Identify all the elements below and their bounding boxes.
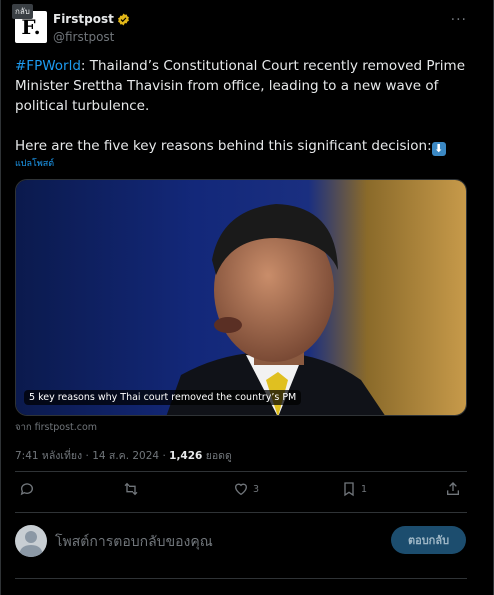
card-image bbox=[16, 180, 466, 415]
reply-input[interactable]: โพสต์การตอบกลับของคุณ bbox=[55, 531, 213, 553]
verified-badge-icon bbox=[117, 13, 129, 25]
retweet-button[interactable] bbox=[123, 481, 143, 497]
views-count: 1,426 bbox=[169, 450, 203, 462]
author-handle[interactable]: @firstpost bbox=[53, 30, 114, 44]
default-avatar-icon bbox=[19, 531, 43, 557]
user-avatar[interactable] bbox=[15, 525, 47, 557]
divider bbox=[15, 578, 467, 579]
heart-icon bbox=[234, 483, 248, 496]
more-options-icon[interactable]: ··· bbox=[451, 12, 467, 28]
tweet-text: #FPWorld: Thailand’s Constitutional Cour… bbox=[15, 56, 465, 176]
reply-button[interactable] bbox=[19, 481, 39, 497]
back-button[interactable]: กลับ bbox=[12, 4, 33, 19]
tweet-paragraph-1: #FPWorld: Thailand’s Constitutional Cour… bbox=[15, 56, 465, 116]
like-count: 3 bbox=[253, 483, 260, 495]
meta-separator: · bbox=[85, 450, 89, 462]
share-icon bbox=[447, 482, 459, 495]
share-button[interactable] bbox=[445, 481, 461, 497]
views-label: ยอดดู bbox=[205, 450, 232, 462]
down-arrow-emoji-icon: ⬇ bbox=[431, 142, 446, 156]
reply-icon bbox=[20, 483, 33, 496]
translate-post-link[interactable]: แปลโพสต์ bbox=[15, 156, 54, 170]
bookmark-count: 1 bbox=[361, 483, 368, 495]
tweet-detail-panel: กลับ F. Firstpost @firstpost ··· #FPWorl… bbox=[0, 0, 494, 595]
meta-separator: · bbox=[162, 450, 166, 462]
like-button[interactable]: 3 bbox=[233, 481, 259, 497]
tweet-meta: 7:41 หลังเที่ยง · 14 ส.ค. 2024 · 1,426 ย… bbox=[15, 447, 232, 464]
link-card[interactable]: 5 key reasons why Thai court removed the… bbox=[15, 179, 467, 416]
divider bbox=[15, 512, 467, 513]
speaker-photo-illustration bbox=[166, 204, 385, 415]
tweet-time[interactable]: 7:41 หลังเที่ยง bbox=[15, 450, 82, 462]
hashtag-link[interactable]: #FPWorld bbox=[15, 58, 81, 74]
card-caption: 5 key reasons why Thai court removed the… bbox=[24, 390, 302, 405]
tweet-date[interactable]: 14 ส.ค. 2024 bbox=[92, 450, 159, 462]
tweet-paragraph-2: Here are the five key reasons behind thi… bbox=[15, 136, 465, 156]
tweet-body-2: Here are the five key reasons behind thi… bbox=[15, 138, 432, 154]
bookmark-button[interactable]: 1 bbox=[341, 481, 367, 497]
divider bbox=[15, 471, 467, 472]
author-name-row: Firstpost bbox=[53, 12, 130, 26]
action-bar: 3 1 bbox=[15, 481, 467, 505]
retweet-icon bbox=[124, 482, 138, 496]
bookmark-icon bbox=[344, 482, 354, 497]
tweet-body-1: : Thailand’s Constitutional Court recent… bbox=[15, 58, 466, 114]
reply-submit-button[interactable]: ตอบกลับ bbox=[391, 526, 466, 554]
author-name[interactable]: Firstpost bbox=[53, 12, 114, 26]
card-source[interactable]: จาก firstpost.com bbox=[15, 420, 97, 435]
